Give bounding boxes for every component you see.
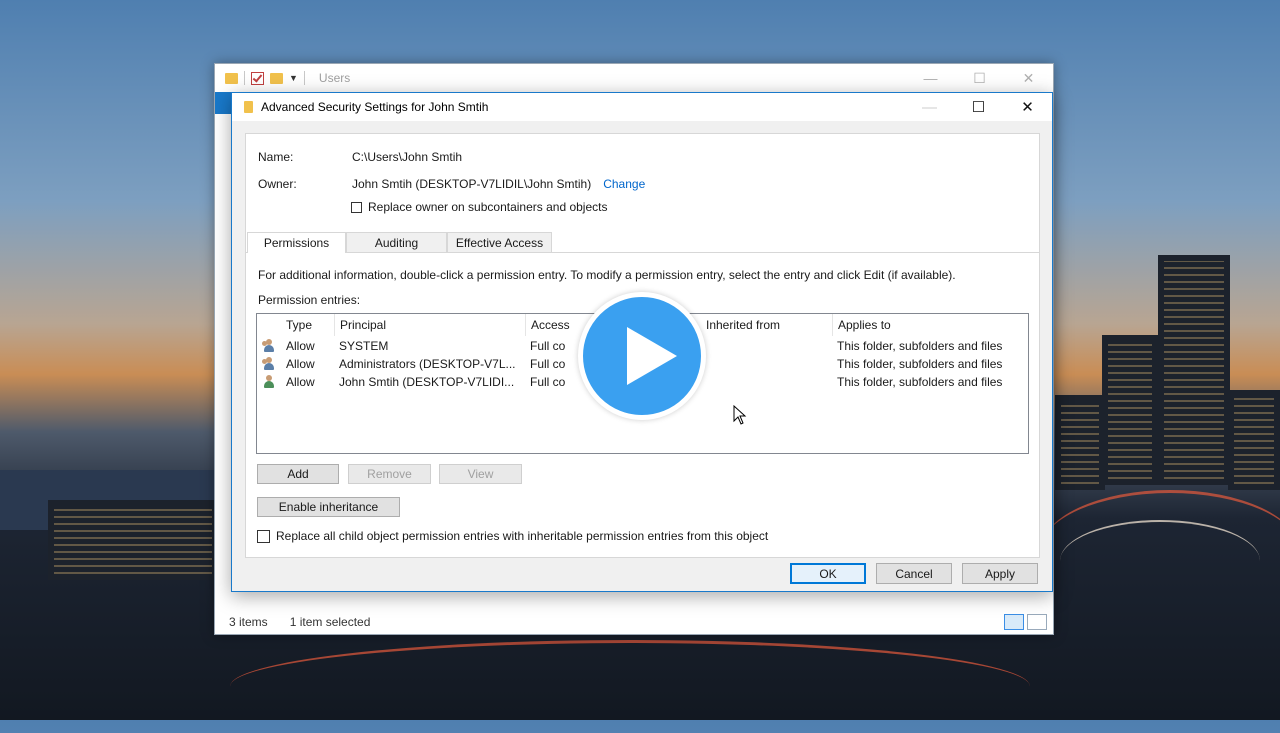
entry-applies-to: This folder, subfolders and files [837,339,1003,353]
entry-principal: John Smtih (DESKTOP-V7LIDI... [339,375,515,389]
user-icon [262,375,276,389]
name-value: C:\Users\John Smtih [352,150,463,164]
entry-inherited: e [685,373,838,391]
cancel-button[interactable]: Cancel [876,563,952,584]
folder-icon [244,101,253,113]
entry-type: Allow [286,357,315,371]
view-button[interactable]: View [439,464,522,484]
entry-applies-to: This folder, subfolders and files [837,375,1003,389]
column-header-type[interactable]: Type [281,314,334,336]
mouse-cursor-icon [733,405,747,425]
play-icon [627,327,677,385]
enable-inheritance-button[interactable]: Enable inheritance [257,497,400,517]
wallpaper-building [1102,335,1158,485]
replace-child-label[interactable]: Replace all child object permission entr… [276,529,768,543]
group-icon [262,339,276,353]
remove-button[interactable]: Remove [348,464,431,484]
replace-owner-label[interactable]: Replace owner on subcontainers and objec… [368,200,607,214]
entry-type: Allow [286,339,315,353]
column-header-applies-to[interactable]: Applies to [832,314,1028,336]
selection-count: 1 item selected [289,615,371,629]
maximize-button[interactable]: ☐ [954,93,1003,121]
chevron-down-icon[interactable]: ▼ [289,73,298,83]
entry-principal: Administrators (DESKTOP-V7L... [339,357,516,371]
minimize-button[interactable]: — [906,64,955,92]
wallpaper-water [0,470,230,530]
column-header-inherited-from[interactable]: Inherited from [685,314,832,336]
replace-child-row: Replace all child object permission entr… [257,529,768,543]
replace-child-checkbox[interactable] [257,529,270,543]
tab-effective-access[interactable]: Effective Access [447,232,552,252]
dialog-title: Advanced Security Settings for John Smti… [261,100,489,114]
explorer-status-bar: 3 items 1 item selected [215,610,1053,634]
dialog-title-bar: Advanced Security Settings for John Smti… [232,93,1052,121]
minimize-button: — [922,98,937,116]
wallpaper-building [1228,390,1280,490]
tab-auditing[interactable]: Auditing [346,232,447,252]
replace-owner-row: Replace owner on subcontainers and objec… [351,200,607,214]
item-count: 3 items [229,615,268,629]
ok-button[interactable]: OK [790,563,866,584]
group-icon [262,357,276,371]
wallpaper-highway-lights [1060,520,1260,602]
name-label: Name: [258,150,294,164]
entry-inherited [685,337,832,355]
new-folder-icon[interactable] [270,72,283,84]
owner-label: Owner: [258,177,297,191]
maximize-button[interactable]: ☐ [955,64,1004,92]
name-row: Name: C:\Users\John Smtih [258,150,462,164]
entry-applies-to: This folder, subfolders and files [837,357,1003,371]
apply-button[interactable]: Apply [962,563,1038,584]
properties-icon[interactable] [251,71,264,85]
wallpaper-tower [1158,255,1230,485]
entry-type: Allow [286,375,315,389]
divider [303,71,305,85]
close-button[interactable]: ✕ [1003,93,1052,121]
wallpaper-highway [1040,490,1280,613]
large-icons-view-button[interactable] [1027,614,1047,630]
tab-permissions[interactable]: Permissions [247,232,346,253]
folder-icon[interactable] [225,72,238,84]
divider [244,71,245,85]
column-header-principal[interactable]: Principal [334,314,525,336]
add-button[interactable]: Add [257,464,339,484]
view-toggle [1004,614,1047,630]
explorer-window-controls: — ☐ ✕ [906,64,1053,92]
dialog-window-controls: — ☐ ✕ [905,93,1052,121]
wallpaper-highway [230,640,1030,733]
explorer-title: Users [318,71,351,85]
details-view-button[interactable] [1004,614,1024,630]
change-owner-link[interactable]: Change [603,177,645,191]
replace-owner-checkbox[interactable] [351,201,362,213]
entry-inherited [685,355,832,373]
wallpaper-building [48,500,218,580]
info-text: For additional information, double-click… [258,268,956,282]
permission-entries-label: Permission entries: [258,293,361,307]
owner-value: John Smtih (DESKTOP-V7LIDIL\John Smtih) [352,177,592,191]
close-button[interactable]: ✕ [1004,64,1053,92]
entry-principal: SYSTEM [339,339,389,353]
owner-row: Owner: John Smtih (DESKTOP-V7LIDIL\John … [258,177,645,191]
play-button[interactable] [578,292,706,420]
tab-strip: Permissions Auditing Effective Access [246,232,1039,253]
wallpaper-building [1055,395,1105,490]
